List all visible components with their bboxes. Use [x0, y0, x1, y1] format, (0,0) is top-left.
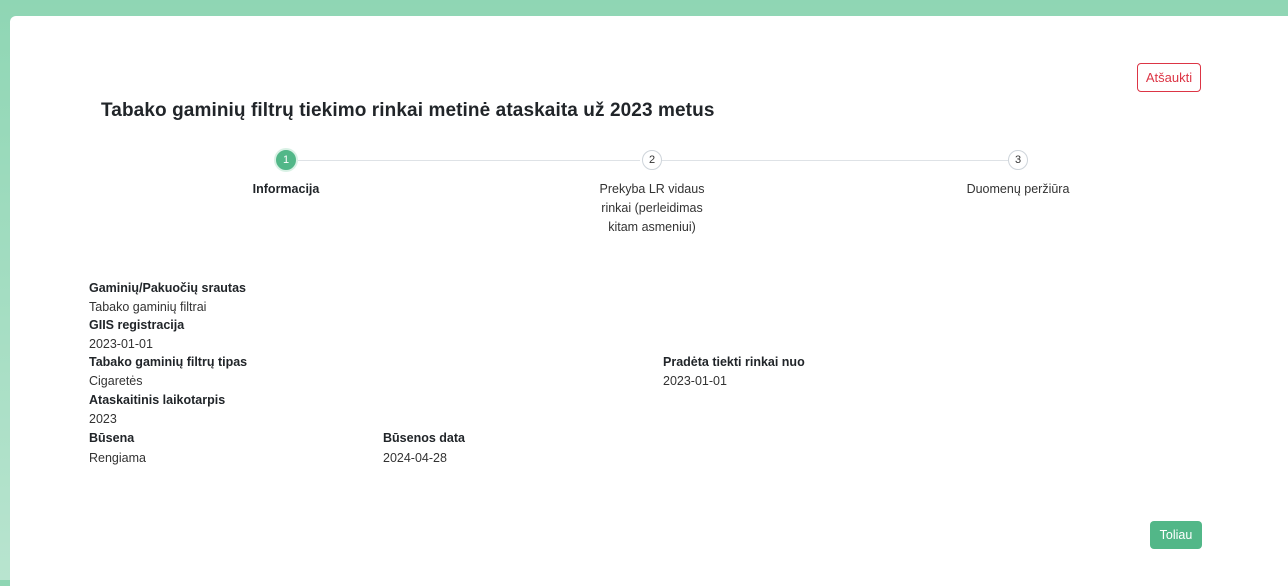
next-button[interactable]: Toliau	[1150, 521, 1202, 549]
flow-label: Gaminių/Pakuočių srautas	[89, 281, 246, 295]
period-label: Ataskaitinis laikotarpis	[89, 393, 226, 407]
step-1-label: Informacija	[252, 182, 320, 196]
step-2-label-line: kitam asmeniui)	[608, 220, 696, 234]
step-2-label-line: rinkai (perleidimas	[601, 201, 703, 215]
status-label: Būsena	[89, 431, 135, 445]
giis-label: GIIS registracija	[89, 318, 185, 332]
step-connector	[662, 160, 1008, 161]
flow-value: Tabako gaminių filtrai	[89, 300, 207, 314]
step-connector	[298, 160, 640, 161]
status-value: Rengiama	[89, 451, 146, 465]
type-label: Tabako gaminių filtrų tipas	[89, 355, 248, 369]
page-title: Tabako gaminių filtrų tiekimo rinkai met…	[101, 100, 715, 121]
step-3-label: Duomenų peržiūra	[966, 182, 1070, 196]
step-2-label-line: Prekyba LR vidaus	[599, 182, 705, 196]
giis-value: 2023-01-01	[89, 337, 153, 351]
start-value: 2023-01-01	[663, 374, 727, 388]
type-value: Cigaretės	[89, 374, 143, 388]
step-3-indicator[interactable]: 3	[1008, 150, 1028, 170]
stepper: 1 2 3 Informacija Prekyba LR vidaus rink…	[0, 148, 1288, 248]
step-2-indicator[interactable]: 2	[642, 150, 662, 170]
status-date-label: Būsenos data	[383, 431, 465, 445]
step-2-label: Prekyba LR vidaus rinkai (perleidimas ki…	[592, 180, 712, 237]
start-label: Pradėta tiekti rinkai nuo	[663, 355, 805, 369]
cancel-button[interactable]: Atšaukti	[1137, 63, 1201, 92]
step-1-indicator[interactable]: 1	[276, 150, 296, 170]
status-date-value: 2024-04-28	[383, 451, 447, 465]
period-value: 2023	[89, 412, 117, 426]
